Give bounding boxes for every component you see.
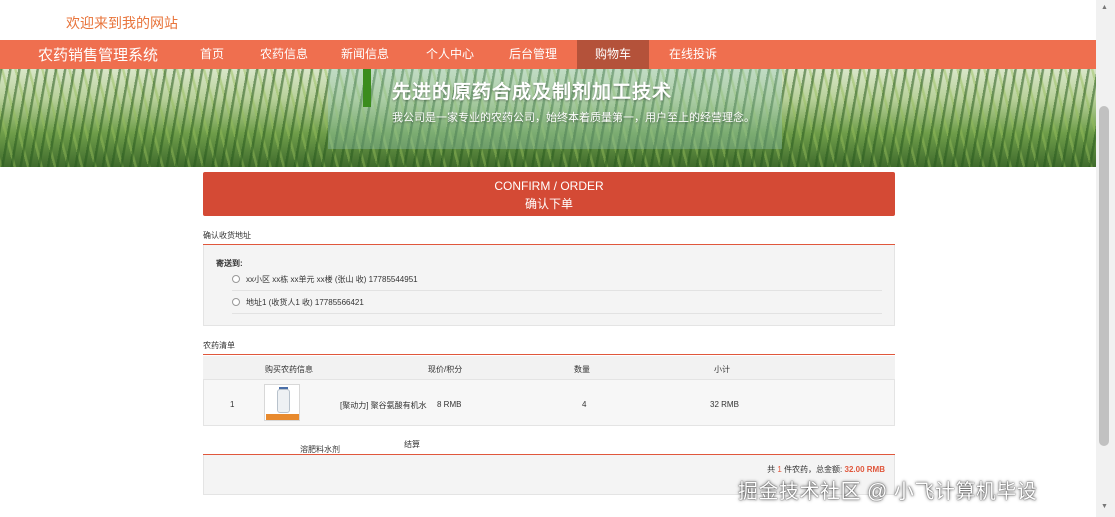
header-price: 现价/积分 (428, 365, 463, 374)
address-section-label: 确认收货地址 (203, 231, 251, 240)
welcome-text: 欢迎来到我的网站 (66, 15, 178, 31)
site-brand[interactable]: 农药销售管理系统 (38, 44, 158, 65)
header-goods-info: 购买农药信息 (265, 365, 313, 374)
nav-personal-center[interactable]: 个人中心 (419, 40, 481, 69)
nav-admin[interactable]: 后台管理 (502, 40, 564, 69)
nav-complaint[interactable]: 在线投诉 (662, 40, 724, 69)
nav-news[interactable]: 新闻信息 (334, 40, 396, 69)
checkout-label[interactable]: 结算 (404, 439, 420, 450)
banner-subtitle: 我公司是一家专业的农药公司，始终本着质量第一，用户至上的经营理念。 (392, 112, 755, 124)
row-index: 1 (230, 400, 235, 409)
top-navbar: 农药销售管理系统 首页 农药信息 新闻信息 个人中心 后台管理 购物车 在线投诉 (0, 40, 1096, 69)
nav-home[interactable]: 首页 (190, 40, 234, 69)
watermark: 掘金技术社区 @ 小飞计算机毕设 (738, 481, 1038, 503)
address-text: xx小区 xx栋 xx单元 xx楼 (张山 收) 17785544951 (246, 275, 418, 284)
scroll-up-arrow-icon[interactable]: ▲ (1101, 4, 1108, 11)
page: 欢迎来到我的网站 农药销售管理系统 首页 农药信息 新闻信息 个人中心 后台管理… (0, 0, 1115, 517)
summary-text: 共 1 件农药，总金额: 32.00 RMB (767, 464, 885, 475)
confirm-order-header: CONFIRM / ORDER 确认下单 (203, 172, 895, 216)
product-thumbnail[interactable] (264, 384, 300, 421)
goods-table-header: 购买农药信息 现价/积分 数量 小计 (203, 356, 895, 379)
table-row: 1 [聚动力] 聚谷氨酸有机水 8 RMB 4 32 RMB (203, 379, 895, 426)
confirm-title-en: CONFIRM / ORDER (494, 179, 604, 193)
summary-count: 1 (777, 465, 782, 474)
address-option[interactable]: 地址1 (收货人1 收) 17785566421 (232, 292, 882, 314)
row-price: 8 RMB (437, 400, 462, 409)
send-to-label: 寄送到: (216, 259, 243, 268)
header-quantity: 数量 (574, 365, 590, 374)
scrollbar-thumb[interactable] (1099, 106, 1109, 446)
address-box: 寄送到: xx小区 xx栋 xx单元 xx楼 (张山 收) 1778554495… (203, 245, 895, 326)
radio-button[interactable] (232, 297, 240, 306)
banner-accent-bar (363, 69, 371, 107)
banner-title: 先进的原药合成及制剂加工技术 (392, 82, 673, 103)
radio-button[interactable] (232, 274, 240, 283)
label-band (266, 414, 299, 420)
nav-pesticide-info[interactable]: 农药信息 (253, 40, 315, 69)
summary-prefix: 共 (767, 465, 776, 474)
hero-banner: 先进的原药合成及制剂加工技术 我公司是一家专业的农药公司，始终本着质量第一，用户… (0, 69, 1096, 167)
row-subtotal: 32 RMB (710, 400, 739, 409)
bottle-icon (277, 389, 290, 413)
summary-middle: 件农药，总金额: (784, 465, 843, 474)
goods-divider (203, 354, 895, 355)
goods-section-label: 农药清单 (203, 341, 235, 350)
summary-amount: 32.00 RMB (844, 465, 885, 474)
header-subtotal: 小计 (714, 365, 730, 374)
row-quantity: 4 (582, 400, 587, 409)
address-text: 地址1 (收货人1 收) 17785566421 (246, 298, 364, 307)
address-option[interactable]: xx小区 xx栋 xx单元 xx楼 (张山 收) 17785544951 (232, 269, 882, 291)
scroll-down-arrow-icon[interactable]: ▼ (1101, 503, 1108, 510)
product-name[interactable]: [聚动力] 聚谷氨酸有机水 (340, 400, 427, 411)
nav-cart[interactable]: 购物车 (577, 40, 649, 69)
confirm-title-cn: 确认下单 (524, 197, 573, 211)
